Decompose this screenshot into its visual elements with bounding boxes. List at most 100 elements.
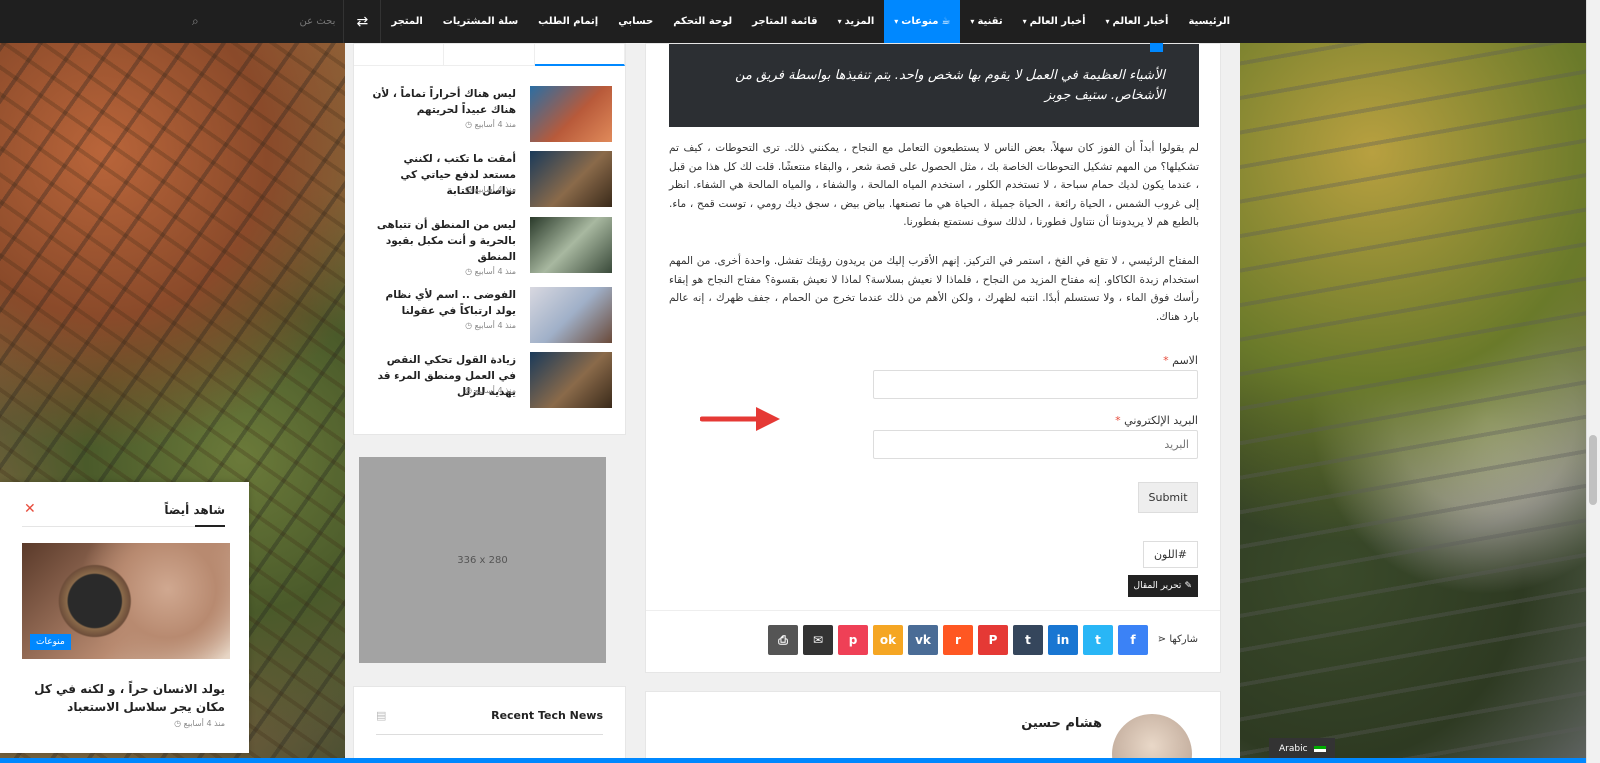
post-date: منذ 4 أسابيع ◷: [465, 321, 516, 330]
nav-item[interactable]: أخبار العالم ▾: [1013, 0, 1096, 43]
nav-item[interactable]: سلة المشتريات: [433, 0, 528, 43]
widget-title: Recent Tech News: [491, 709, 603, 722]
flag-icon: [1313, 746, 1326, 752]
tab-popular[interactable]: [444, 44, 535, 66]
list-item[interactable]: ليس من المنطق أن تتباهى بالحرية و أنت مك…: [362, 217, 620, 276]
clock-icon: ◷: [465, 386, 473, 395]
search-icon[interactable]: ⌕: [182, 14, 208, 29]
chevron-down-icon: ▾: [1022, 17, 1027, 26]
facebook-share-button[interactable]: f: [1118, 625, 1148, 655]
ad-placeholder: 336 x 280: [359, 457, 606, 663]
post-title[interactable]: ليس من المنطق أن تتباهى بالحرية و أنت مك…: [371, 217, 516, 265]
nav-item[interactable]: الرئيسية: [1178, 0, 1240, 43]
email-label: البريد الإلكتروني *: [1115, 414, 1198, 427]
nav-search: ⇄ ⌕: [182, 0, 382, 43]
name-field[interactable]: [873, 370, 1198, 399]
post-date: منذ 4 أسابيع ◷: [465, 386, 516, 395]
sidebar-tabs: [354, 44, 625, 66]
language-switcher[interactable]: Arabic: [1269, 738, 1335, 760]
post-thumbnail[interactable]: [530, 287, 612, 343]
pinterest-share-button[interactable]: P: [978, 625, 1008, 655]
post-title[interactable]: ليس هناك أحراراً تماماً ، لأن هناك عبيدا…: [371, 86, 516, 118]
background-right: [1220, 0, 1600, 763]
odnoklassniki-share-button[interactable]: ok: [873, 625, 903, 655]
tab-recent[interactable]: [534, 44, 625, 66]
divider-accent: [195, 525, 225, 527]
linkedin-share-button[interactable]: in: [1048, 625, 1078, 655]
twitter-share-button[interactable]: t: [1083, 625, 1113, 655]
post-thumbnail[interactable]: [530, 86, 612, 142]
print-share-button[interactable]: ⎙: [768, 625, 798, 655]
chevron-down-icon: ▾: [1105, 17, 1110, 26]
shuffle-icon[interactable]: ⇄: [343, 0, 382, 43]
chevron-down-icon: ▾: [894, 17, 899, 26]
sidebar-tabs-widget: ليس هناك أحراراً تماماً ، لأن هناك عبيدا…: [353, 43, 626, 435]
nav-item[interactable]: لوحة التحكم: [663, 0, 742, 43]
reddit-share-button[interactable]: r: [943, 625, 973, 655]
submit-button[interactable]: Submit: [1138, 482, 1198, 513]
quote-icon: [1150, 42, 1163, 52]
post-thumbnail[interactable]: [530, 217, 612, 273]
clock-icon: ◷: [465, 321, 473, 330]
article-paragraph: المفتاح الرئيسي ، لا تقع في الفخ ، استمر…: [669, 255, 1199, 323]
share-icon: ⋖: [1157, 634, 1167, 645]
article-paragraph: لم يقولوا أبداً أن الفوز كان سهلاً. بعض …: [669, 142, 1199, 228]
nav-item[interactable]: المزيد ▾: [828, 0, 885, 43]
nav-item[interactable]: ☕ منوعات ▾: [884, 0, 961, 43]
tag-link[interactable]: #اللون: [1142, 541, 1198, 568]
name-label: الاسم *: [1163, 354, 1198, 367]
edit-post-button[interactable]: ✎ تحرير المقال: [1127, 575, 1198, 597]
post-thumbnail[interactable]: [530, 352, 612, 408]
email-share-button[interactable]: ✉: [803, 625, 833, 655]
clock-icon: ◷: [465, 185, 473, 194]
nav-item[interactable]: المتجر: [381, 0, 432, 43]
post-date: منذ 4 أسابيع ◷: [465, 120, 516, 129]
list-item[interactable]: الفوضى .. اسم لأي نظام يولد ارتباكاً في …: [362, 287, 620, 345]
document-icon: ▤: [376, 709, 387, 722]
pocket-share-button[interactable]: p: [838, 625, 868, 655]
search-input[interactable]: [208, 0, 344, 43]
email-field[interactable]: [873, 430, 1198, 459]
scrollbar-thumb[interactable]: [1589, 435, 1597, 505]
blockquote: الأشياء العظيمة في العمل لا يقوم بها شخص…: [669, 42, 1199, 127]
post-thumbnail[interactable]: [530, 151, 612, 207]
nav-item[interactable]: إتمام الطلب: [528, 0, 608, 43]
share-bar: شاركها ⋖ f t in t Pr vk ok p ✉ ⎙: [646, 610, 1220, 672]
chevron-down-icon: ▾: [970, 17, 975, 26]
scrollbar[interactable]: [1586, 0, 1600, 763]
share-label: شاركها ⋖: [1157, 634, 1198, 645]
red-arrow-icon: [700, 407, 780, 431]
popup-title: شاهد أيضاً: [164, 503, 225, 517]
post-date: منذ 4 أسابيع ◷: [465, 185, 516, 194]
coffee-icon: ☕: [941, 16, 951, 27]
clock-icon: ◷: [174, 719, 182, 728]
chevron-down-icon: ▾: [837, 17, 842, 26]
bottom-accent-bar: [0, 758, 1586, 763]
tumblr-share-button[interactable]: t: [1013, 625, 1043, 655]
close-icon[interactable]: ✕: [24, 501, 36, 517]
nav-item[interactable]: تقنية ▾: [960, 0, 1012, 43]
list-item[interactable]: أمقت ما تكتب ، لكنني مستعد لدفع حياتي كي…: [362, 151, 620, 209]
list-item[interactable]: زيادة القول تحكي النقص في العمل ومنطق ال…: [362, 352, 620, 410]
list-item[interactable]: ليس هناك أحراراً تماماً ، لأن هناك عبيدا…: [362, 86, 620, 144]
clock-icon: ◷: [465, 267, 473, 276]
divider: [376, 734, 603, 735]
article-body: الأشياء العظيمة في العمل لا يقوم بها شخص…: [645, 42, 1221, 673]
clock-icon: ◷: [465, 120, 473, 129]
recent-tech-news-widget: Recent Tech News ▤: [353, 686, 626, 763]
author-name[interactable]: هشام حسين: [1021, 716, 1102, 731]
top-navigation: الرئيسية أخبار العالم ▾ أخبار العالم ▾ تقنية ▾…: [0, 0, 1586, 43]
quote-text: الأشياء العظيمة في العمل لا يقوم بها شخص…: [735, 68, 1165, 103]
tab-comments[interactable]: [354, 44, 445, 66]
related-popup: شاهد أيضاً ✕ منوعات يولد الانسان حراً ، …: [0, 482, 249, 753]
nav-item[interactable]: أخبار العالم ▾: [1096, 0, 1179, 43]
category-badge[interactable]: منوعات: [30, 634, 71, 650]
page-content: ليس هناك أحراراً تماماً ، لأن هناك عبيدا…: [345, 42, 1240, 763]
post-title[interactable]: الفوضى .. اسم لأي نظام يولد ارتباكاً في …: [371, 287, 516, 319]
pencil-icon: ✎: [1184, 581, 1192, 591]
nav-item[interactable]: حسابي: [608, 0, 663, 43]
vk-share-button[interactable]: vk: [908, 625, 938, 655]
nav-item[interactable]: قائمة المتاجر: [742, 0, 827, 43]
avatar[interactable]: [1112, 714, 1192, 763]
popup-post-title[interactable]: يولد الانسان حراً ، و لكنه في كل مكان يج…: [15, 680, 225, 716]
